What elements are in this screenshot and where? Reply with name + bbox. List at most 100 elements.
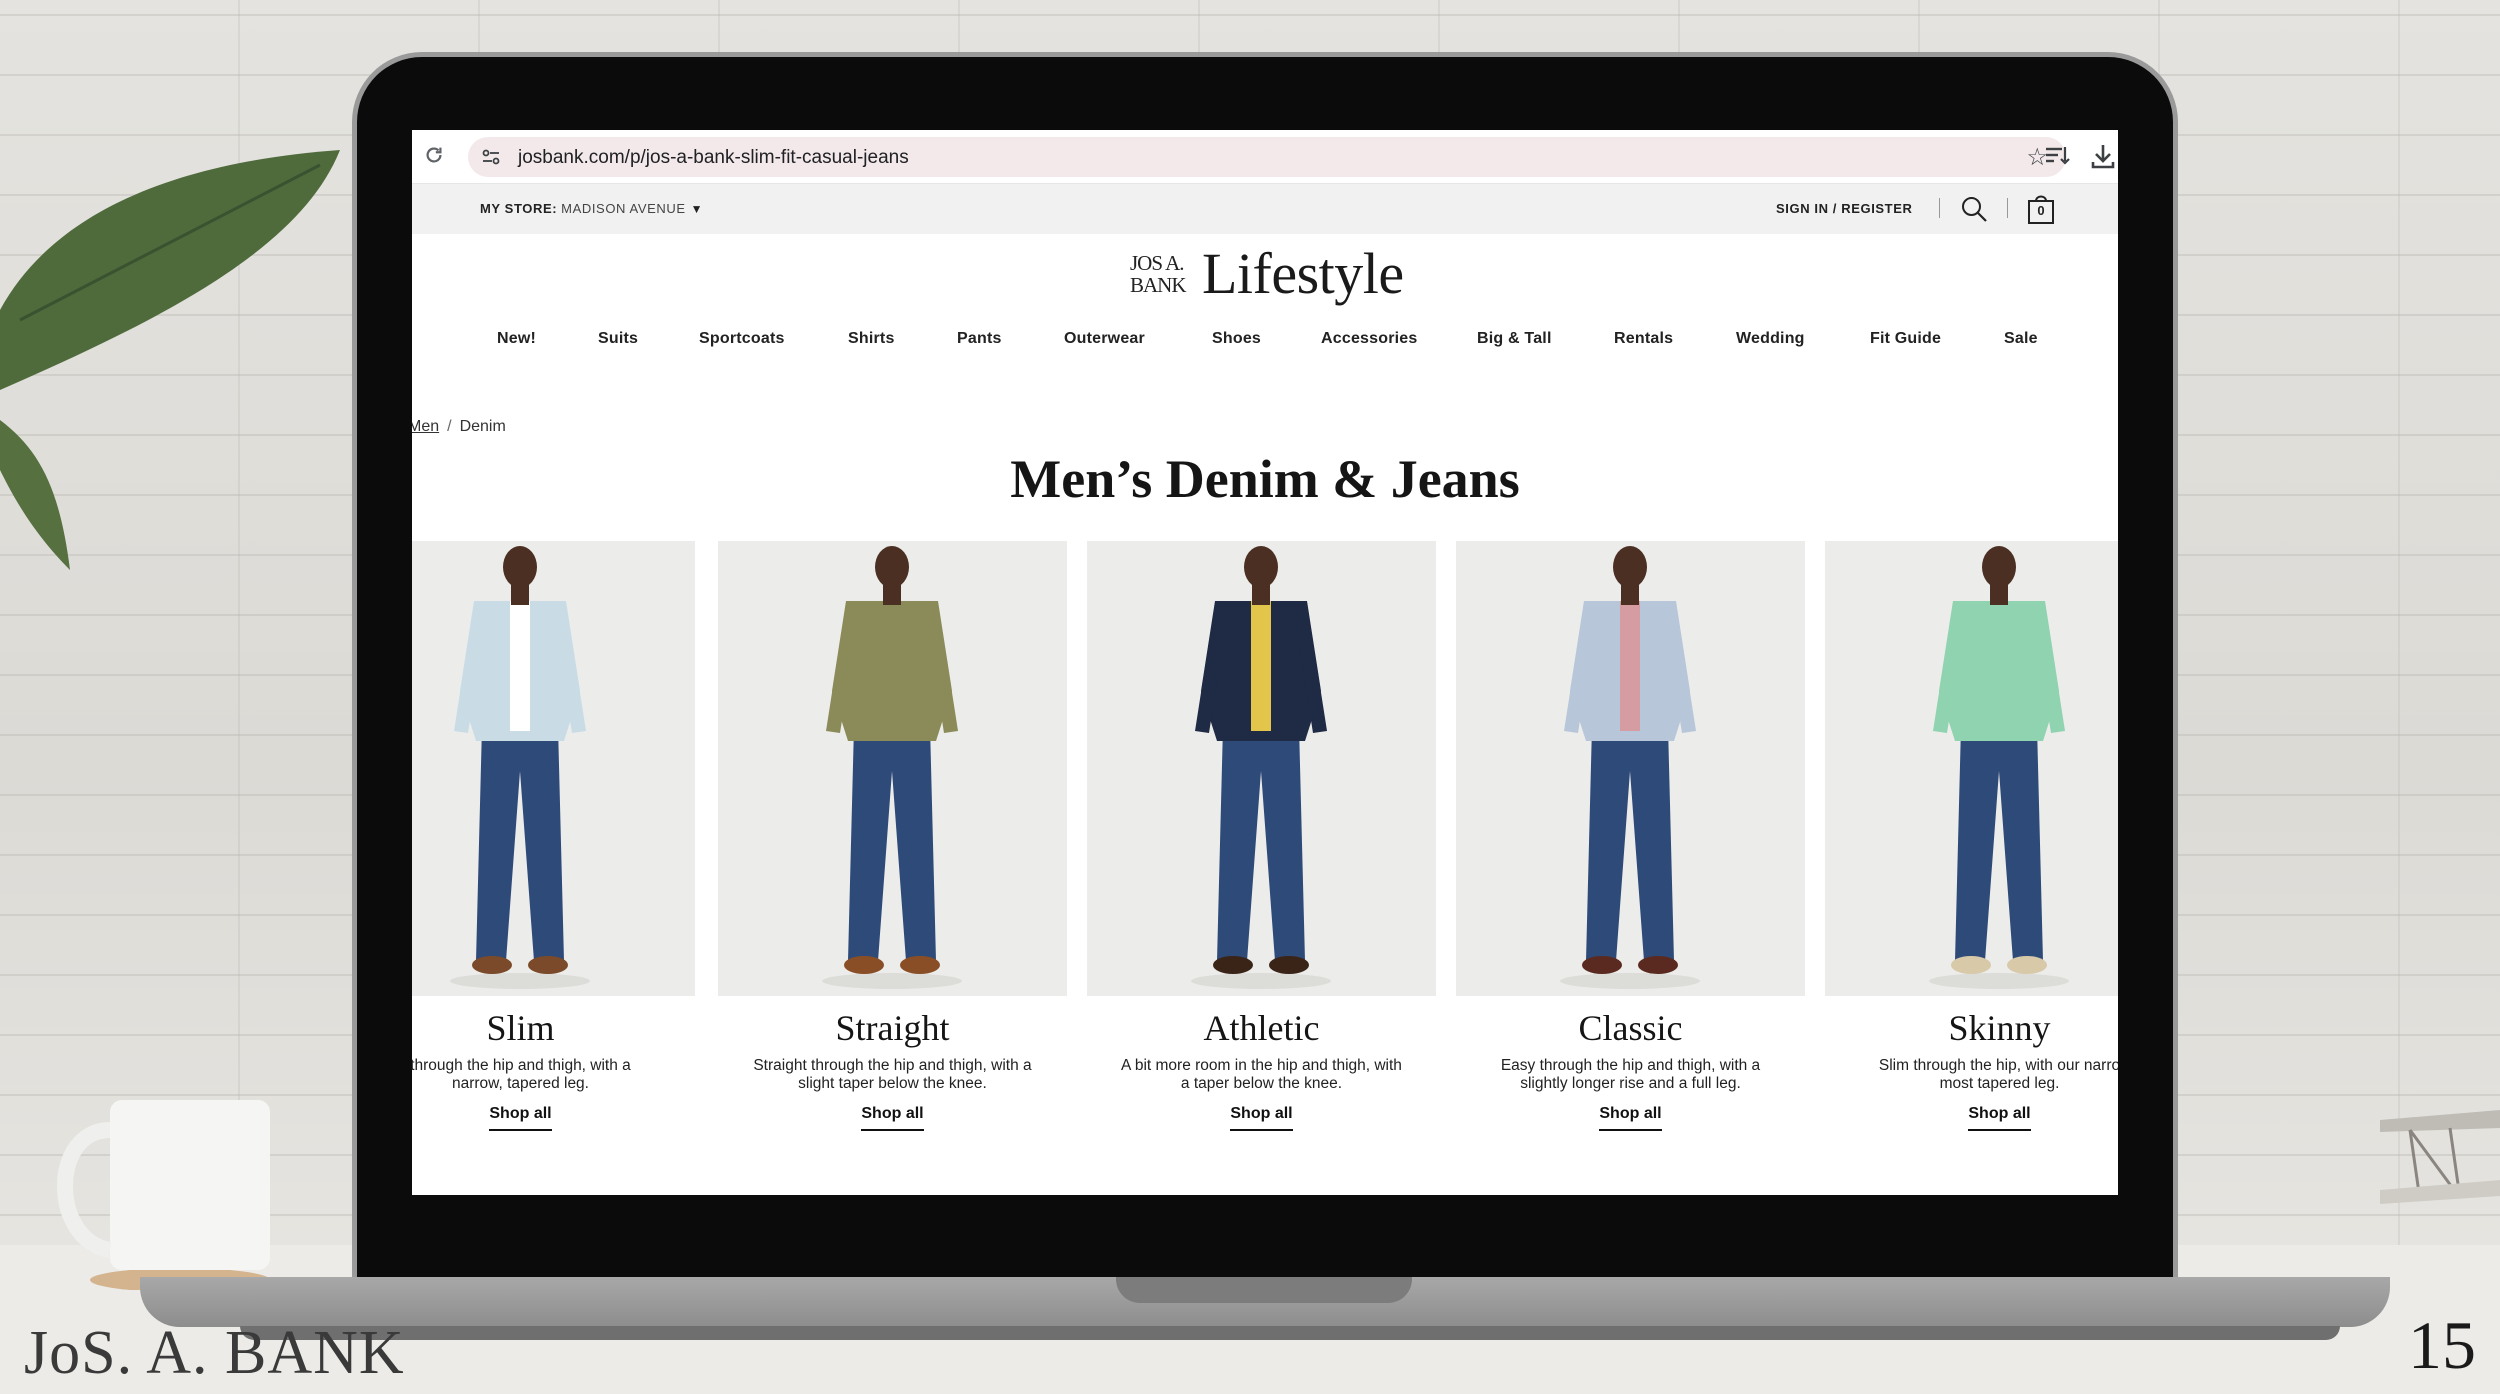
shop-all-link[interactable]: Shop all <box>1230 1105 1293 1131</box>
product-card-athletic[interactable]: Athletic A bit more room in the hip and … <box>1087 541 1436 1161</box>
product-name[interactable]: Classic <box>1456 1007 1805 1049</box>
shop-all-link-container: Shop all <box>412 1105 695 1131</box>
nav-item-shoes[interactable]: Shoes <box>1212 330 1261 348</box>
breadcrumb: Men / Denim <box>412 418 506 436</box>
nav-item-outerwear[interactable]: Outerwear <box>1064 330 1145 348</box>
logo-lifestyle: Lifestyle <box>1202 241 1404 306</box>
product-description: through the hip and thigh, with a narrow… <box>412 1057 631 1092</box>
product-image[interactable] <box>412 541 695 996</box>
right-shoe <box>1269 956 1309 974</box>
nav-item-shirts[interactable]: Shirts <box>848 330 895 348</box>
shop-all-link[interactable]: Shop all <box>489 1105 552 1131</box>
chevron-down-icon: ▼ <box>690 202 704 216</box>
divider <box>1939 198 1940 218</box>
shop-all-link[interactable]: Shop all <box>861 1105 924 1131</box>
floor-shadow <box>822 973 962 989</box>
left-shoe <box>1951 956 1991 974</box>
head <box>503 546 537 588</box>
left-shoe <box>1213 956 1253 974</box>
product-card-straight[interactable]: Straight Straight through the hip and th… <box>718 541 1067 1161</box>
product-image[interactable] <box>1456 541 1805 996</box>
model-photo <box>1929 546 2069 989</box>
jeans <box>1217 726 1305 961</box>
site-info-icon[interactable] <box>480 146 502 168</box>
left-shoe <box>844 956 884 974</box>
utility-bar: MY STORE: MADISON AVENUE ▼ SIGN IN / REGIS… <box>412 184 2118 234</box>
jeans <box>476 726 564 961</box>
shop-all-link[interactable]: Shop all <box>1968 1105 2031 1131</box>
head <box>1613 546 1647 588</box>
main-navigation: New! Suits Sportcoats Shirts Pants Outer… <box>412 320 2118 360</box>
shop-all-link-container: Shop all <box>1456 1105 1805 1131</box>
lifestyle-logo[interactable]: JOS A. BANK Lifestyle <box>1130 240 1410 320</box>
coffee-cup-decoration <box>57 1100 270 1290</box>
product-name[interactable]: Athletic <box>1087 1007 1436 1049</box>
product-image[interactable] <box>718 541 1067 996</box>
nav-item-sportcoats[interactable]: Sportcoats <box>699 330 785 348</box>
divider <box>2007 198 2008 218</box>
shop-all-link-container: Shop all <box>718 1105 1067 1131</box>
shirt-accent <box>510 601 530 731</box>
model-photo <box>1191 546 1331 989</box>
shopping-bag-button[interactable]: 0 <box>2026 193 2056 225</box>
product-name[interactable]: Straight <box>718 1007 1067 1049</box>
product-image[interactable] <box>1825 541 2118 996</box>
logo-jos-a-bank: JOS A. BANK <box>1130 252 1187 297</box>
logo-small-line-2: BANK <box>1130 273 1187 297</box>
head <box>875 546 909 588</box>
right-shoe <box>1638 956 1678 974</box>
nav-item-rentals[interactable]: Rentals <box>1614 330 1673 348</box>
nav-item-fit-guide[interactable]: Fit Guide <box>1870 330 1941 348</box>
address-bar[interactable]: josbank.com/p/jos-a-bank-slim-fit-casual… <box>468 137 2066 177</box>
nav-item-accessories[interactable]: Accessories <box>1321 330 1418 348</box>
product-card-classic[interactable]: Classic Easy through the hip and thigh, … <box>1456 541 1805 1161</box>
left-shoe <box>472 956 512 974</box>
url-text[interactable]: josbank.com/p/jos-a-bank-slim-fit-casual… <box>518 147 909 169</box>
breadcrumb-men-link[interactable]: Men <box>412 418 439 435</box>
shop-all-link-container: Shop all <box>1087 1105 1436 1131</box>
breadcrumb-separator: / <box>447 418 452 435</box>
bag-count: 0 <box>2037 203 2045 218</box>
nav-item-suits[interactable]: Suits <box>598 330 638 348</box>
laptop-base-shadow <box>240 1326 2340 1340</box>
plant-leaves-decoration <box>0 150 340 570</box>
model-photo <box>822 546 962 989</box>
shop-all-link-container: Shop all <box>1825 1105 2118 1131</box>
shop-all-link[interactable]: Shop all <box>1599 1105 1662 1131</box>
reading-list-icon[interactable] <box>2044 142 2070 170</box>
download-icon[interactable] <box>2090 142 2116 170</box>
model-plane-decoration <box>2380 1110 2500 1204</box>
jeans <box>1586 726 1674 961</box>
floor-shadow <box>1560 973 1700 989</box>
product-description: Easy through the hip and thigh, with a s… <box>1500 1057 1761 1092</box>
product-card-skinny[interactable]: Skinny Slim through the hip, with our na… <box>1825 541 2118 1161</box>
sign-in-register-link[interactable]: SIGN IN / REGISTER <box>1776 201 1912 216</box>
nav-item-new[interactable]: New! <box>497 330 536 348</box>
nav-item-pants[interactable]: Pants <box>957 330 1002 348</box>
brand-logo-footer: JoS. A. BANK <box>24 1319 405 1387</box>
slide-page-number: 15 <box>2408 1307 2476 1383</box>
right-shoe <box>528 956 568 974</box>
product-image[interactable] <box>1087 541 1436 996</box>
nav-item-big-and-tall[interactable]: Big & Tall <box>1477 330 1552 348</box>
laptop-hinge-notch <box>1116 1277 1412 1303</box>
nav-item-wedding[interactable]: Wedding <box>1736 330 1805 348</box>
jeans <box>1955 726 2043 961</box>
product-card-slim[interactable]: Slim through the hip and thigh, with a n… <box>412 541 695 1161</box>
jeans <box>848 726 936 961</box>
reload-icon[interactable] <box>422 144 446 168</box>
floor-shadow <box>450 973 590 989</box>
browser-toolbar: josbank.com/p/jos-a-bank-slim-fit-casual… <box>412 130 2118 184</box>
product-description: A bit more room in the hip and thigh, wi… <box>1121 1057 1402 1092</box>
product-name[interactable]: Slim <box>412 1007 695 1049</box>
product-description: Slim through the hip, with our narro mos… <box>1878 1057 2118 1092</box>
shirt-accent <box>1251 601 1271 731</box>
product-name[interactable]: Skinny <box>1825 1007 2118 1049</box>
search-icon[interactable] <box>1960 195 1988 223</box>
my-store-selector[interactable]: MY STORE: MADISON AVENUE ▼ <box>480 201 703 216</box>
head <box>1982 546 2016 588</box>
shirt-accent <box>1620 601 1640 731</box>
head <box>1244 546 1278 588</box>
nav-item-sale[interactable]: Sale <box>2004 330 2038 348</box>
floor-shadow <box>1191 973 1331 989</box>
